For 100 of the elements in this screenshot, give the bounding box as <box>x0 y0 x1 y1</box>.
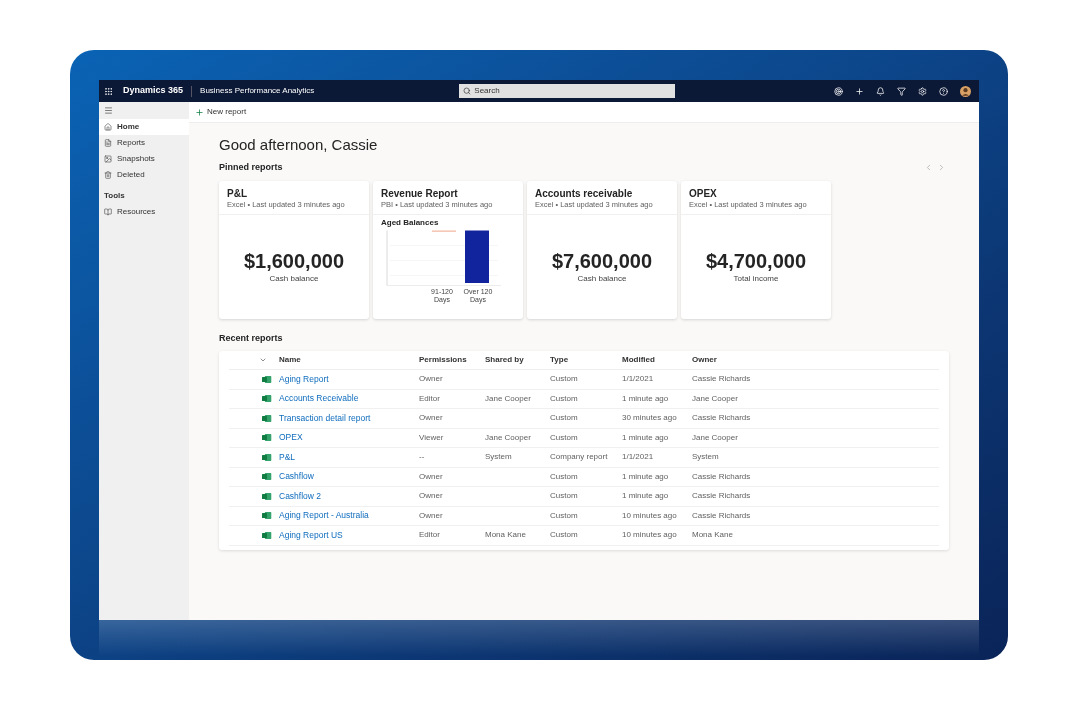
report-link[interactable]: Aging Report - Australia <box>279 509 419 523</box>
area-name: Business Performance Analytics <box>200 85 315 97</box>
metric-value: $4,700,000 <box>705 249 807 273</box>
table-cell-text: Editor <box>419 392 441 405</box>
menu-icon[interactable] <box>104 106 113 115</box>
table-cell-text: 10 minutes ago <box>622 509 678 522</box>
image-icon <box>104 155 112 163</box>
report-link[interactable]: Transaction detail report <box>279 411 419 425</box>
table-cell-text: 1/1/2021 <box>622 451 655 464</box>
card-title: Accounts receivable <box>535 186 634 200</box>
report-link[interactable]: P&L <box>279 450 419 464</box>
spreadsheet-icon <box>262 530 272 540</box>
metric-caption: Cash balance <box>577 273 627 284</box>
search-field[interactable]: Search <box>459 84 676 98</box>
report-link[interactable]: Aging Report US <box>279 528 419 542</box>
search-icon <box>463 87 472 95</box>
table-cell-text: 1 minute ago <box>622 470 670 483</box>
table-cell-text: Owner <box>419 490 444 503</box>
card-title: OPEX <box>689 186 718 200</box>
column-header[interactable]: Modified <box>622 354 692 366</box>
column-header[interactable]: Owner <box>692 354 939 366</box>
settings-icon[interactable] <box>918 86 927 96</box>
table-cell-text: Editor <box>419 529 441 542</box>
sidebar-item[interactable]: Reports <box>99 135 189 151</box>
table-cell-text: Jane Cooper <box>692 392 739 405</box>
report-link[interactable]: Accounts Receivable <box>279 392 419 406</box>
column-header[interactable]: Permissions <box>419 354 485 366</box>
report-link[interactable]: OPEX <box>279 431 419 445</box>
table-cell-text: 1/1/2021 <box>622 373 655 386</box>
metric-value: $7,600,000 <box>551 249 653 273</box>
section-label: Tools <box>103 190 126 201</box>
avatar-icon[interactable] <box>960 85 971 97</box>
report-link[interactable]: Aging Report <box>279 372 419 386</box>
sidebar-item[interactable]: Deleted <box>99 167 189 183</box>
filter-icon[interactable] <box>897 86 906 96</box>
table-cell-text: Custom <box>550 431 579 444</box>
table-cell-text: Viewer <box>419 431 445 444</box>
app-launcher-icon[interactable] <box>104 86 113 96</box>
table-cell-text: Company report <box>550 451 609 464</box>
app-name[interactable]: Dynamics 365 <box>123 84 184 98</box>
column-header[interactable]: Type <box>550 354 622 366</box>
table-cell-text: Owner <box>419 470 444 483</box>
table-cell-text: Mona Kane <box>485 529 527 542</box>
house-icon <box>104 123 112 131</box>
chart-title: Aged Balances <box>381 217 440 228</box>
table-cell-text: 1 minute ago <box>622 392 670 405</box>
table-cell-text: -- <box>419 451 426 464</box>
table-cell-text: Mona Kane <box>692 529 734 542</box>
report-link[interactable]: Cashflow <box>279 470 419 484</box>
table-cell-text: Custom <box>550 470 579 483</box>
table-cell-text: System <box>692 451 720 464</box>
table-cell-text: Custom <box>550 529 579 542</box>
metric-value: $1,600,000 <box>243 249 345 273</box>
sidebar-item[interactable]: Home <box>99 119 189 135</box>
spreadsheet-icon <box>262 413 272 423</box>
table-cell-text: Custom <box>550 509 579 522</box>
spreadsheet-icon <box>262 491 272 501</box>
table-cell-text: 10 minutes ago <box>622 529 678 542</box>
table-cell-text: Cassie Richards <box>692 373 752 386</box>
table-cell-text: Owner <box>419 509 444 522</box>
add-icon[interactable] <box>855 86 864 96</box>
spreadsheet-icon <box>262 433 272 443</box>
spreadsheet-icon <box>262 452 272 462</box>
metric-caption: Cash balance <box>269 273 319 284</box>
trash-icon <box>104 171 112 179</box>
bell-icon[interactable] <box>876 86 885 96</box>
spreadsheet-icon <box>262 472 272 482</box>
table-cell-text: Cassie Richards <box>692 509 752 522</box>
section-title: Recent reports <box>219 331 284 345</box>
table-cell-text: 30 minutes ago <box>622 412 678 425</box>
table-cell-text: System <box>485 451 513 464</box>
target-icon[interactable] <box>834 86 843 96</box>
document-icon <box>104 139 112 147</box>
column-header[interactable]: Name <box>279 354 419 366</box>
table-cell-text: Custom <box>550 490 579 503</box>
table-cell-text: 1 minute ago <box>622 431 670 444</box>
help-icon[interactable] <box>939 86 948 96</box>
metric-caption: Total income <box>733 273 779 284</box>
table-cell-text: Owner <box>419 412 444 425</box>
table-cell-text: Jane Cooper <box>485 431 532 444</box>
table-cell-text: Custom <box>550 373 579 386</box>
chevron-icon[interactable] <box>259 356 267 364</box>
table-cell-text: Custom <box>550 392 579 405</box>
plus-icon <box>195 107 204 117</box>
table-cell-text: Jane Cooper <box>692 431 739 444</box>
spreadsheet-icon <box>262 374 272 384</box>
sidebar-item[interactable]: Resources <box>99 204 189 220</box>
table-cell-text: Cassie Richards <box>692 470 752 483</box>
table-cell-text: 1 minute ago <box>622 490 670 503</box>
spreadsheet-icon <box>262 511 272 521</box>
table-cell-text: Cassie Richards <box>692 412 752 425</box>
card-title: Revenue Report <box>381 186 459 200</box>
report-link[interactable]: Cashflow 2 <box>279 489 419 503</box>
sidebar-item[interactable]: Snapshots <box>99 151 189 167</box>
greeting: Good afternoon, Cassie <box>219 135 379 154</box>
table-cell-text: Cassie Richards <box>692 490 752 503</box>
book-icon <box>104 208 112 216</box>
new-report-button[interactable]: New report <box>195 106 247 118</box>
section-title: Pinned reports <box>219 161 283 174</box>
column-header[interactable]: Shared by <box>485 354 550 366</box>
